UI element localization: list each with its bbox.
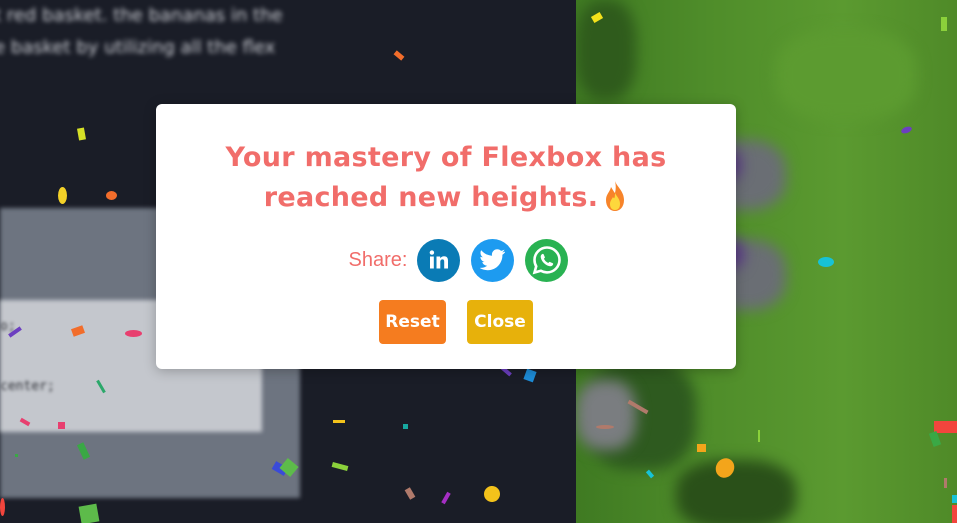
confetti-piece	[78, 503, 100, 523]
confetti-piece	[596, 425, 614, 429]
code-editor-text: o; center;	[0, 312, 55, 402]
confetti-piece	[941, 17, 947, 31]
linkedin-icon	[429, 250, 448, 269]
confetti-piece	[697, 444, 706, 452]
modal-title-text: reached new heights.	[263, 182, 599, 213]
code-line: o;	[0, 319, 16, 334]
confetti-piece	[125, 330, 142, 337]
confetti-piece	[952, 505, 957, 523]
confetti-piece	[934, 421, 957, 433]
instructions-line: t red basket. the bananas in the	[0, 5, 283, 26]
foliage-shape	[676, 460, 796, 523]
share-row: Share:	[156, 238, 736, 282]
reset-button[interactable]: Reset	[379, 300, 446, 344]
confetti-piece	[15, 454, 18, 457]
modal-title-line: reached new heights.	[156, 178, 736, 218]
modal-title: Your mastery of Flexbox has reached new …	[156, 138, 736, 218]
whatsapp-icon	[532, 246, 561, 275]
twitter-icon	[479, 249, 505, 271]
instructions-line: e basket by utilizing all the flex	[0, 37, 276, 58]
instructions-text: t red basket. the bananas in the e baske…	[0, 0, 294, 64]
confetti-piece	[0, 498, 5, 516]
confetti-piece	[333, 420, 345, 423]
code-line: center;	[0, 379, 55, 394]
share-label: Share:	[348, 248, 408, 271]
confetti-piece	[58, 187, 67, 204]
twitter-share-button[interactable]	[471, 238, 515, 282]
whatsapp-share-button[interactable]	[525, 238, 569, 282]
confetti-piece	[818, 257, 834, 267]
modal-title-line: Your mastery of Flexbox has	[225, 142, 667, 173]
success-modal: Your mastery of Flexbox has reached new …	[156, 104, 736, 369]
confetti-piece	[952, 495, 957, 503]
modal-actions: Reset Close	[176, 300, 736, 344]
rock-shape	[576, 380, 636, 450]
confetti-piece	[58, 422, 65, 429]
linkedin-share-button[interactable]	[417, 238, 461, 282]
foliage-shape	[576, 0, 636, 100]
confetti-piece	[758, 430, 760, 442]
confetti-piece	[944, 478, 947, 488]
grass-shape	[776, 30, 916, 120]
confetti-piece	[106, 191, 117, 200]
fire-icon	[602, 180, 628, 212]
close-button[interactable]: Close	[467, 300, 533, 344]
confetti-piece	[403, 424, 408, 429]
